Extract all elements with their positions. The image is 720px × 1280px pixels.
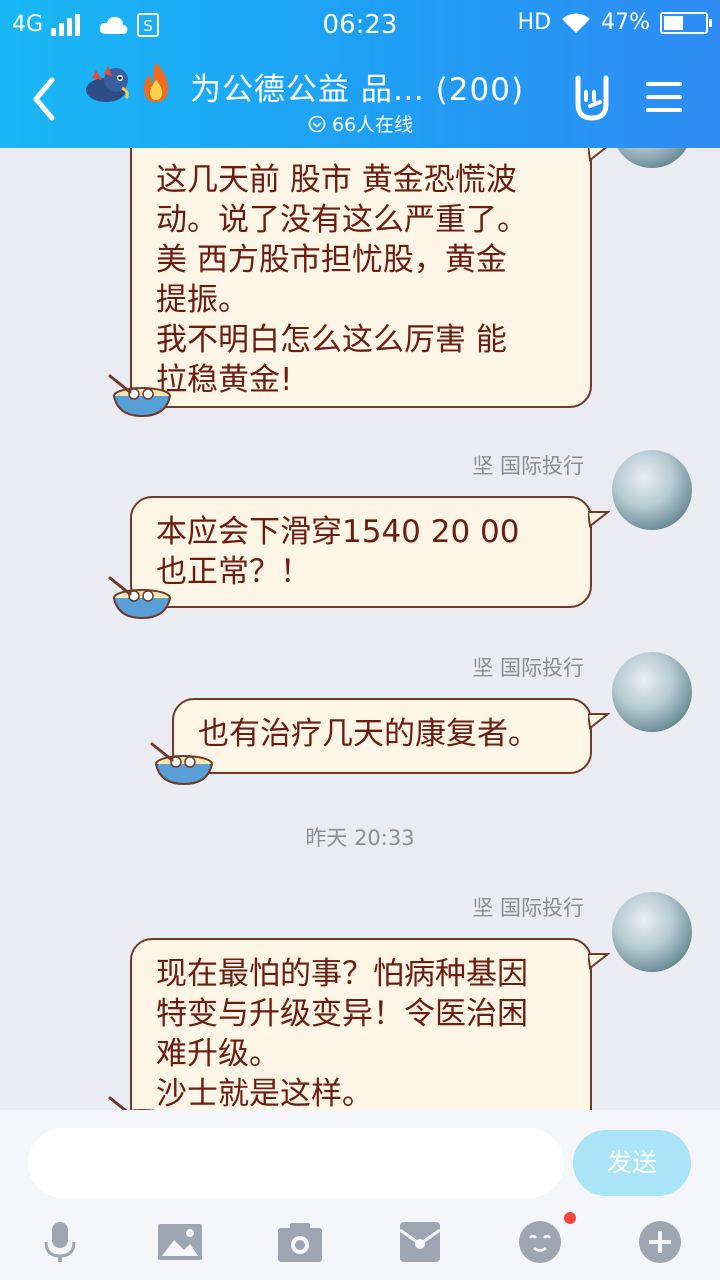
chat-area[interactable]: 这几天前 股市 黄金恐慌波 动。说了没有这么严重了。 美 西方股市担忧股，黄金 …	[0, 148, 720, 1110]
camera-icon[interactable]	[278, 1220, 322, 1264]
avatar[interactable]	[612, 450, 692, 530]
online-circle-icon	[308, 115, 326, 132]
dragon-icon	[86, 66, 129, 102]
avatar[interactable]	[612, 148, 692, 168]
rock-hand-icon[interactable]	[570, 74, 614, 122]
bubble-tail	[588, 713, 610, 730]
status-bar: 4G S 06:23 HD 47%	[0, 0, 720, 50]
battery-icon	[660, 11, 712, 34]
bubble-tail	[588, 511, 610, 528]
menu-button[interactable]	[644, 80, 684, 114]
bowl-icon	[108, 576, 171, 620]
online-status: 66人在线	[308, 110, 413, 137]
bowl-icon	[108, 1096, 156, 1110]
bowl-icon	[150, 742, 213, 786]
bubble-tail	[588, 148, 608, 162]
avatar[interactable]	[612, 652, 692, 732]
sender-name: 坚 国际投行	[472, 454, 584, 478]
plus-icon[interactable]	[638, 1220, 682, 1264]
sender-name: 坚 国际投行	[472, 896, 584, 920]
nav-bar: 为公德公益 品… (200) 66人在线	[0, 52, 720, 148]
back-button[interactable]	[24, 74, 68, 124]
chat-title[interactable]: 为公德公益 品… (200)	[190, 64, 524, 109]
image-icon[interactable]	[158, 1220, 202, 1264]
online-count: 66人在线	[332, 114, 414, 136]
group-badges	[82, 60, 174, 108]
battery-percent: 47%	[601, 10, 650, 35]
microphone-icon[interactable]	[38, 1220, 82, 1264]
wifi-icon	[562, 13, 591, 33]
notification-dot	[564, 1212, 576, 1224]
top-header: 4G S 06:23 HD 47% 为公德公益 品… (200) 66人在线	[0, 0, 720, 148]
message-bubble[interactable]: 也有治疗几天的康复者。	[172, 698, 592, 774]
battery-fill	[664, 15, 683, 30]
emoji-icon[interactable]	[518, 1220, 562, 1264]
sender-name: 坚 国际投行	[472, 656, 584, 680]
send-button[interactable]: 发送	[573, 1130, 691, 1196]
message-bubble[interactable]: 现在最怕的事？怕病种基因 特变与升级变异！令医治困 难升级。 沙士就是这样。	[130, 938, 592, 1110]
hd-label: HD	[517, 10, 552, 35]
timestamp: 昨天 20:33	[305, 826, 415, 850]
red-packet-icon[interactable]	[398, 1220, 442, 1264]
input-bar: 发送	[0, 1110, 720, 1280]
message-bubble[interactable]: 本应会下滑穿1540 20 00 也正常？！	[130, 496, 592, 608]
message-input[interactable]	[28, 1128, 564, 1198]
avatar[interactable]	[612, 892, 692, 972]
bowl-icon	[108, 374, 171, 418]
message-bubble[interactable]: 这几天前 股市 黄金恐慌波 动。说了没有这么严重了。 美 西方股市担忧股，黄金 …	[130, 148, 592, 408]
bubble-tail	[588, 953, 610, 970]
fire-icon	[144, 62, 168, 102]
